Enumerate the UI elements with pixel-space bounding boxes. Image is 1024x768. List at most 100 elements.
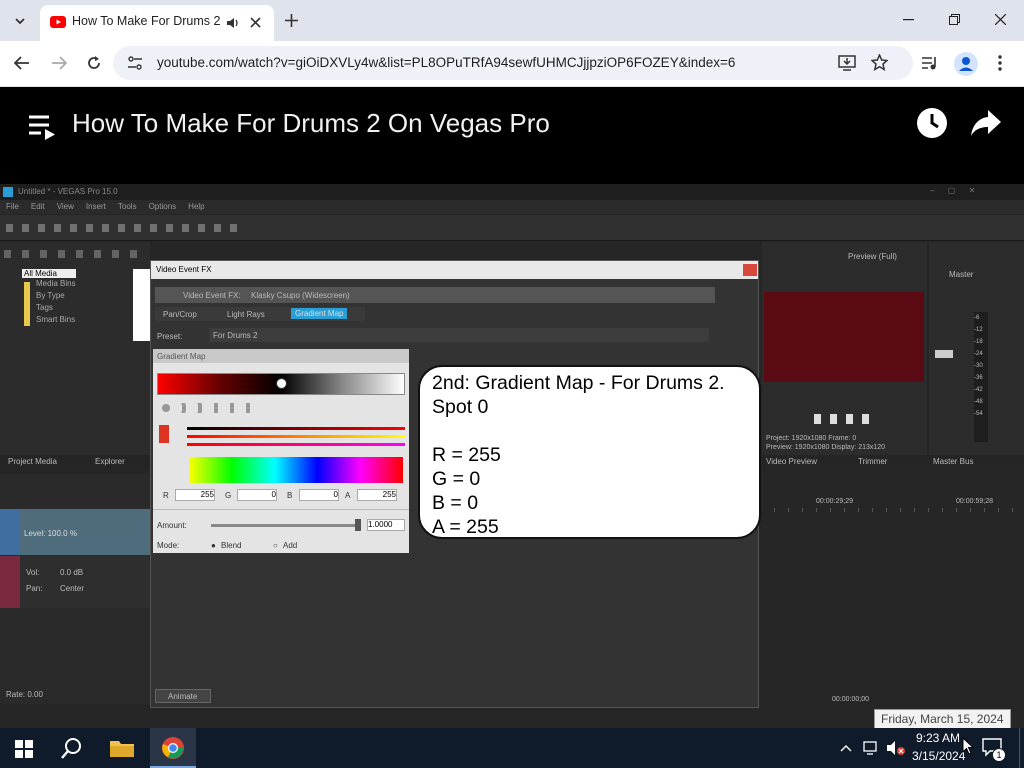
chevron-up-icon[interactable] bbox=[840, 744, 852, 752]
gradient-stop-handle[interactable] bbox=[276, 378, 287, 389]
preset-dropdown[interactable]: For Drums 2 bbox=[209, 328, 709, 342]
transport-controls bbox=[814, 414, 874, 424]
fx-label: Video Event FX: bbox=[183, 291, 241, 300]
gradient-map-title: Gradient Map bbox=[157, 352, 206, 361]
meter-tick: -30 bbox=[974, 363, 983, 369]
b-field[interactable]: 0 bbox=[299, 489, 339, 501]
playlist-icon[interactable] bbox=[28, 114, 56, 140]
profile-avatar[interactable] bbox=[954, 52, 978, 76]
b-slider[interactable] bbox=[187, 443, 405, 446]
hue-spectrum[interactable] bbox=[189, 457, 403, 483]
video-track-header: Level: 100.0 % bbox=[0, 509, 150, 555]
network-icon[interactable] bbox=[863, 741, 881, 755]
video-header: How To Make For Drums 2 On Vegas Pro bbox=[0, 87, 1024, 184]
r-field[interactable]: 255 bbox=[175, 489, 215, 501]
minimize-icon[interactable] bbox=[903, 19, 914, 21]
show-desktop-button[interactable] bbox=[1019, 728, 1024, 768]
media-queue-icon[interactable] bbox=[921, 55, 939, 71]
close-window-icon[interactable] bbox=[995, 14, 1006, 25]
audio-track-pan: Center bbox=[60, 584, 85, 593]
mode-blend-radio[interactable]: ● bbox=[211, 541, 216, 550]
speaker-icon[interactable] bbox=[226, 16, 240, 30]
meter-tick: -36 bbox=[974, 375, 983, 381]
vegas-menu-insert: Insert bbox=[85, 202, 106, 211]
preview-quality: Preview (Full) bbox=[848, 252, 897, 261]
back-arrow-icon[interactable] bbox=[14, 56, 30, 70]
site-info-icon[interactable] bbox=[127, 56, 143, 70]
video-track-color bbox=[0, 509, 20, 555]
tab-title: How To Make For Drums 2 On Vegas Pro - Y… bbox=[72, 14, 222, 28]
tree-item-media-bins: Media Bins bbox=[36, 279, 76, 288]
dialog-title: Video Event FX bbox=[156, 265, 212, 274]
red-color-swatch[interactable] bbox=[159, 425, 169, 443]
tree-item-by-type: By Type bbox=[36, 291, 65, 300]
project-info: Project: 1920x1080 Frame: 0 bbox=[766, 435, 857, 442]
chrome-taskbar-button[interactable] bbox=[150, 728, 196, 768]
rgba-row: R 255 G 0 B 0 A 255 bbox=[159, 489, 405, 503]
search-icon[interactable] bbox=[61, 737, 83, 759]
preview-tabs: Video Preview Trimmer bbox=[762, 455, 927, 469]
video-title[interactable]: How To Make For Drums 2 On Vegas Pro bbox=[72, 108, 550, 139]
date-tooltip: Friday, March 15, 2024 bbox=[874, 709, 1011, 729]
animate-label: Animate bbox=[168, 692, 198, 701]
close-tab-icon[interactable] bbox=[250, 17, 261, 28]
audio-track-vol: 0.0 dB bbox=[60, 568, 84, 577]
gradient-tool-icons bbox=[161, 403, 261, 413]
fx-header: Video Event FX: Klasky Csupo (Widescreen… bbox=[155, 287, 715, 303]
forward-arrow-icon[interactable] bbox=[51, 56, 67, 70]
vegas-title-bar: Untitled * - VEGAS Pro 15.0 – ▢ ✕ bbox=[0, 184, 1024, 200]
callout-line: R = 255 bbox=[432, 444, 501, 466]
master-tabs: Master Bus bbox=[929, 455, 1024, 469]
fx-name: Klasky Csupo (Widescreen) bbox=[251, 291, 350, 300]
chain-pan-crop[interactable]: Pan/Crop bbox=[163, 310, 197, 319]
g-field[interactable]: 0 bbox=[237, 489, 277, 501]
mode-add-radio[interactable]: ○ bbox=[273, 541, 278, 550]
chain-gradient-map[interactable]: Gradient Map bbox=[291, 308, 348, 319]
meter-tick: -12 bbox=[974, 327, 983, 333]
animate-button[interactable]: Animate bbox=[155, 689, 211, 703]
volume-muted-icon[interactable] bbox=[886, 740, 906, 756]
vegas-logo-icon bbox=[3, 187, 13, 197]
vegas-menu-view: View bbox=[56, 202, 74, 211]
address-bar[interactable]: youtube.com/watch?v=giOiDXVLy4w&list=PL8… bbox=[113, 46, 913, 80]
g-label: G bbox=[225, 491, 232, 500]
timeline-mark: 00:00:59;28 bbox=[956, 498, 993, 505]
r-slider[interactable] bbox=[187, 427, 405, 430]
explorer-tab: Explorer bbox=[95, 457, 125, 466]
vegas-window-title: Untitled * - VEGAS Pro 15.0 bbox=[18, 187, 118, 196]
amount-slider[interactable] bbox=[211, 524, 359, 527]
more-menu-icon[interactable] bbox=[998, 55, 1002, 71]
install-app-icon[interactable] bbox=[838, 55, 856, 71]
share-icon[interactable] bbox=[970, 109, 1002, 137]
chain-light-rays[interactable]: Light Rays bbox=[227, 310, 265, 319]
tab-search-button[interactable] bbox=[8, 9, 32, 33]
file-explorer-icon[interactable] bbox=[109, 738, 135, 758]
preview-screen bbox=[764, 292, 924, 382]
watch-later-icon[interactable] bbox=[916, 107, 948, 139]
active-tab[interactable]: How To Make For Drums 2 On Vegas Pro - Y… bbox=[40, 5, 274, 41]
dialog-close-button[interactable] bbox=[743, 264, 757, 276]
amount-field[interactable]: 1.0000 bbox=[367, 519, 405, 531]
tree-item-smart-bins: Smart Bins bbox=[36, 315, 76, 324]
vegas-window-controls: – ▢ ✕ bbox=[930, 186, 976, 195]
a-field[interactable]: 255 bbox=[357, 489, 397, 501]
preview-info: Preview: 1920x1080 Display: 213x120 bbox=[766, 444, 886, 451]
video-player[interactable]: Untitled * - VEGAS Pro 15.0 – ▢ ✕ File E… bbox=[0, 184, 1024, 728]
g-slider[interactable] bbox=[187, 435, 405, 438]
windows-start-icon[interactable] bbox=[15, 740, 33, 758]
master-bus-tab: Master Bus bbox=[933, 457, 974, 466]
trimmer-tab: Trimmer bbox=[858, 457, 888, 466]
reload-icon[interactable] bbox=[86, 55, 102, 71]
new-tab-icon[interactable] bbox=[285, 14, 298, 27]
timecode: 00:00:00;00 bbox=[832, 696, 869, 703]
master-fader[interactable] bbox=[935, 350, 953, 358]
clock-date[interactable]: 3/15/2024 bbox=[912, 749, 965, 763]
restore-icon[interactable] bbox=[949, 14, 960, 25]
clock-time[interactable]: 9:23 AM bbox=[916, 731, 960, 745]
amount-slider-thumb[interactable] bbox=[355, 519, 361, 531]
audio-track-pan-label: Pan: bbox=[26, 584, 43, 593]
mode-add-label: Add bbox=[283, 541, 298, 550]
audio-track-vol-label: Vol: bbox=[26, 568, 40, 577]
browser-tab-bar: How To Make For Drums 2 On Vegas Pro - Y… bbox=[0, 0, 1024, 41]
bookmark-star-icon[interactable] bbox=[871, 54, 888, 71]
